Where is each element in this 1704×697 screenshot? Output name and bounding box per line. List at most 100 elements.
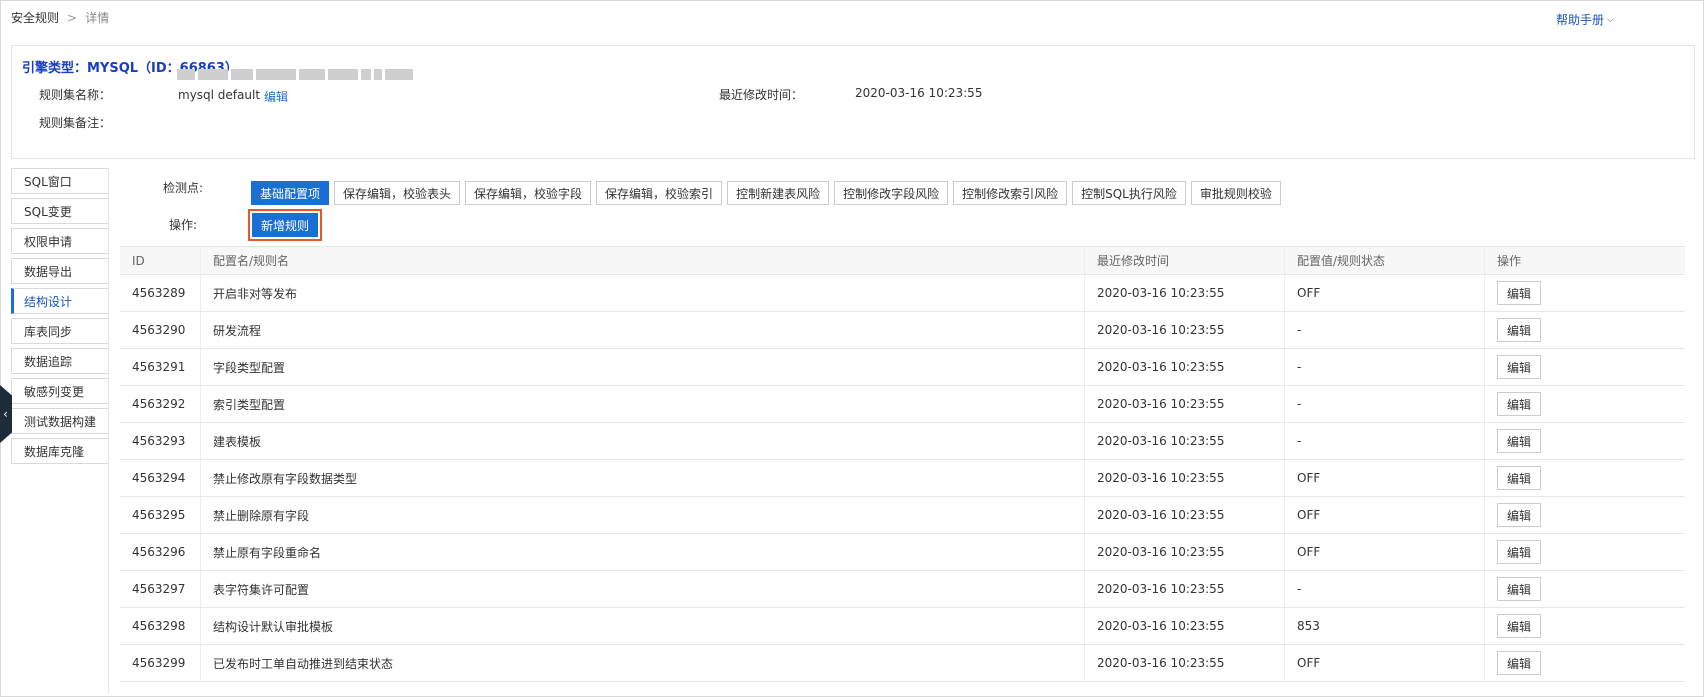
sidebar-item-data-tracking[interactable]: 数据追踪 <box>11 348 109 374</box>
cell-operation: 编辑 <box>1485 386 1685 422</box>
cell-status: - <box>1285 312 1485 348</box>
table-body: 4563289 开启非对等发布 2020-03-16 10:23:55 OFF 编辑 45… <box>120 275 1685 682</box>
last-modified-label: 最近修改时间： <box>719 88 804 102</box>
edit-ruleset-name-link[interactable]: 编辑 <box>264 88 288 105</box>
edit-rule-button[interactable]: 编辑 <box>1497 540 1542 564</box>
cell-modified-time: 2020-03-16 10:23:55 <box>1085 608 1285 644</box>
cell-rule-name: 表字符集许可配置 <box>201 571 1085 607</box>
cell-rule-name: 字段类型配置 <box>201 349 1085 385</box>
edit-rule-button[interactable]: 编辑 <box>1497 355 1542 379</box>
cell-status: - <box>1285 386 1485 422</box>
edit-rule-button[interactable]: 编辑 <box>1497 281 1542 305</box>
chevron-left-icon: ‹ <box>3 407 8 421</box>
cell-status: OFF <box>1285 497 1485 533</box>
tab-save-check-field[interactable]: 保存编辑，校验字段 <box>465 181 592 205</box>
cell-modified-time: 2020-03-16 10:23:55 <box>1085 349 1285 385</box>
edit-rule-button[interactable]: 编辑 <box>1497 503 1542 527</box>
table-row: 4563299 已发布时工单自动推进到结束状态 2020-03-16 10:23:5… <box>120 645 1685 682</box>
breadcrumb-root[interactable]: 安全规则 <box>11 9 59 26</box>
cell-status: OFF <box>1285 534 1485 570</box>
sidebar-item-label: 测试数据构建 <box>24 414 97 429</box>
tab-new-table-risk[interactable]: 控制新建表风险 <box>727 181 830 205</box>
table-row: 4563294 禁止修改原有字段数据类型 2020-03-16 10:23:55 OF… <box>120 460 1685 497</box>
tab-save-check-header[interactable]: 保存编辑，校验表头 <box>334 181 461 205</box>
cell-status: - <box>1285 571 1485 607</box>
edit-rule-button[interactable]: 编辑 <box>1497 466 1542 490</box>
sidebar: SQL窗口 SQL变更 权限申请 数据导出 结构设计 库表同步 数据追踪 敏感列… <box>11 168 109 468</box>
table-row: 4563290 研发流程 2020-03-16 10:23:55- 编辑 <box>120 312 1685 349</box>
sidebar-item-sql-change[interactable]: SQL变更 <box>11 198 109 224</box>
sidebar-item-database-clone[interactable]: 数据库克隆 <box>11 438 109 464</box>
tab-modify-field-risk[interactable]: 控制修改字段风险 <box>834 181 949 205</box>
cell-modified-time: 2020-03-16 10:23:55 <box>1085 312 1285 348</box>
tab-sql-exec-risk[interactable]: 控制SQL执行风险 <box>1072 181 1186 205</box>
tab-approval-rule-check[interactable]: 审批规则校验 <box>1190 181 1281 205</box>
edit-rule-button[interactable]: 编辑 <box>1497 614 1542 638</box>
cell-rule-name: 禁止原有字段重命名 <box>201 534 1085 570</box>
cell-rule-name: 研发流程 <box>201 312 1085 348</box>
edit-rule-button[interactable]: 编辑 <box>1497 577 1542 601</box>
sidebar-item-data-export[interactable]: 数据导出 <box>11 258 109 284</box>
column-header-modified-time: 最近修改时间 <box>1085 247 1285 274</box>
sidebar-item-table-sync[interactable]: 库表同步 <box>11 318 109 344</box>
tab-save-check-index[interactable]: 保存编辑，校验索引 <box>596 181 723 205</box>
cell-id: 4563297 <box>120 571 201 607</box>
sidebar-item-label: 数据库克隆 <box>24 444 85 459</box>
help-manual-label: 帮助手册 <box>1556 13 1605 27</box>
sidebar-item-label: 数据追踪 <box>24 354 73 369</box>
sidebar-item-schema-design[interactable]: 结构设计 <box>11 288 109 314</box>
cell-modified-time: 2020-03-16 10:23:55 <box>1085 571 1285 607</box>
cell-rule-name: 建表模板 <box>201 423 1085 459</box>
detection-points-label: 检测点: <box>163 181 204 195</box>
sidebar-item-label: 结构设计 <box>24 294 73 309</box>
table-row: 4563298 结构设计默认审批模板 2020-03-16 10:23:55 853 编… <box>120 608 1685 645</box>
cell-modified-time: 2020-03-16 10:23:55 <box>1085 386 1285 422</box>
column-header-name: 配置名/规则名 <box>201 247 1085 274</box>
sidebar-item-permission-request[interactable]: 权限申请 <box>11 228 109 254</box>
breadcrumb: 安全规则 > 详情 <box>11 9 109 26</box>
sidebar-item-sensitive-column-change[interactable]: 敏感列变更 <box>11 378 109 404</box>
edit-rule-button[interactable]: 编辑 <box>1497 318 1542 342</box>
last-modified-value: 2020-03-16 10:23:55 <box>855 86 983 100</box>
cell-operation: 编辑 <box>1485 534 1685 570</box>
cell-id: 4563291 <box>120 349 201 385</box>
rules-table: ID 配置名/规则名 最近修改时间 配置值/规则状态 操作 4563289 开启非… <box>120 246 1685 682</box>
cell-operation: 编辑 <box>1485 460 1685 496</box>
cell-rule-name: 已发布时工单自动推进到结束状态 <box>201 645 1085 681</box>
cell-id: 4563294 <box>120 460 201 496</box>
sidebar-item-label: 数据导出 <box>24 264 73 279</box>
cell-id: 4563292 <box>120 386 201 422</box>
cell-id: 4563298 <box>120 608 201 644</box>
sidebar-item-label: 权限申请 <box>24 234 73 249</box>
edit-rule-button[interactable]: 编辑 <box>1497 392 1542 416</box>
cell-status: OFF <box>1285 645 1485 681</box>
cell-rule-name: 禁止修改原有字段数据类型 <box>201 460 1085 496</box>
help-manual-link[interactable]: 帮助手册 ⌵ <box>1556 11 1614 28</box>
sidebar-item-sql-window[interactable]: SQL窗口 <box>11 168 109 194</box>
cell-operation: 编辑 <box>1485 423 1685 459</box>
edit-rule-button[interactable]: 编辑 <box>1497 651 1542 675</box>
table-row: 4563297 表字符集许可配置 2020-03-16 10:23:55- 编辑 <box>120 571 1685 608</box>
cell-operation: 编辑 <box>1485 645 1685 681</box>
sidebar-item-label: 敏感列变更 <box>24 384 85 399</box>
cell-status: OFF <box>1285 275 1485 311</box>
cell-modified-time: 2020-03-16 10:23:55 <box>1085 275 1285 311</box>
cell-operation: 编辑 <box>1485 312 1685 348</box>
sidebar-item-label: SQL变更 <box>24 204 72 219</box>
cell-status: 853 <box>1285 608 1485 644</box>
cell-modified-time: 2020-03-16 10:23:55 <box>1085 497 1285 533</box>
table-row: 4563296 禁止原有字段重命名 2020-03-16 10:23:55 OFF 编辑 <box>120 534 1685 571</box>
cell-modified-time: 2020-03-16 10:23:55 <box>1085 423 1285 459</box>
table-row: 4563295 禁止删除原有字段 2020-03-16 10:23:55 OFF 编辑 <box>120 497 1685 534</box>
tab-basic-config[interactable]: 基础配置项 <box>251 181 330 205</box>
column-header-id: ID <box>120 247 201 274</box>
add-rule-button[interactable]: 新增规则 <box>252 213 319 237</box>
cell-rule-name: 开启非对等发布 <box>201 275 1085 311</box>
tab-modify-index-risk[interactable]: 控制修改索引风险 <box>953 181 1068 205</box>
cell-operation: 编辑 <box>1485 349 1685 385</box>
cell-rule-name: 索引类型配置 <box>201 386 1085 422</box>
cell-operation: 编辑 <box>1485 608 1685 644</box>
breadcrumb-separator: > <box>67 10 78 25</box>
edit-rule-button[interactable]: 编辑 <box>1497 429 1542 453</box>
sidebar-item-test-data-build[interactable]: 测试数据构建 <box>11 408 109 434</box>
